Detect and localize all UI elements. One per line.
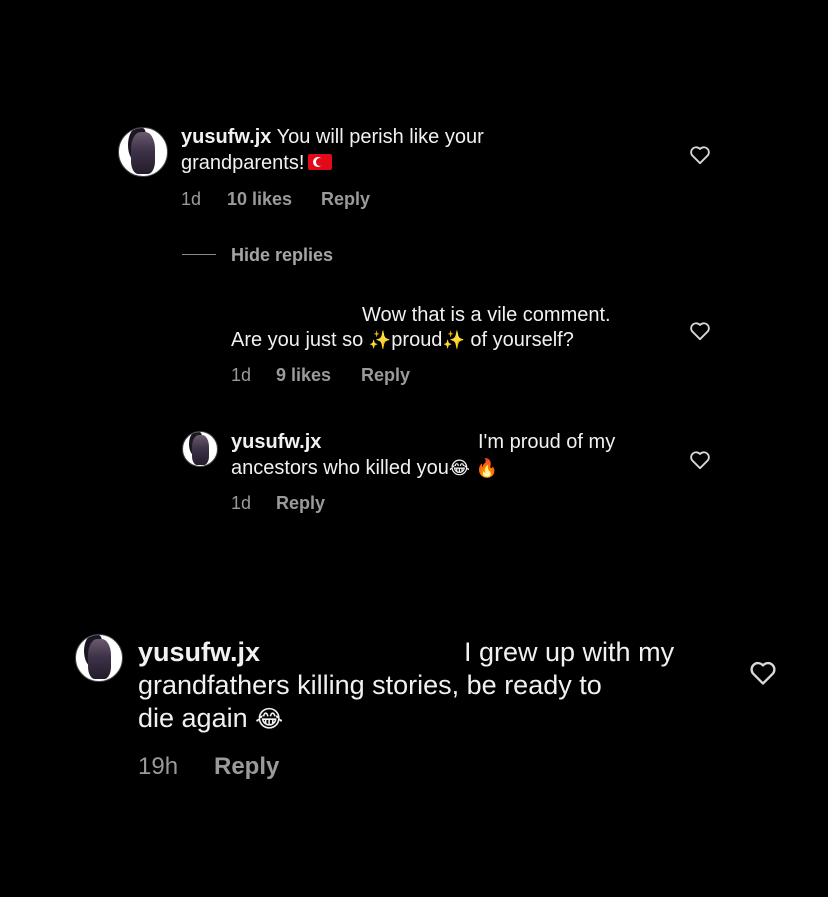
heart-icon[interactable]: [749, 660, 777, 686]
avatar[interactable]: [118, 127, 168, 177]
reply-time: 1d: [231, 365, 252, 385]
reply-button[interactable]: Reply: [361, 365, 410, 386]
comment-line-2: grandparents!: [181, 152, 305, 174]
comment-time: 19h: [138, 753, 179, 780]
comment-time: 1d: [181, 189, 202, 209]
comment-line-1: I grew up with my: [464, 637, 675, 667]
comment-line-2-wrap: grandparents!: [181, 150, 333, 176]
sparkles-icon: ✨: [442, 330, 465, 351]
laughing-emoji-icon: 😂: [448, 458, 470, 479]
turkey-flag-icon: [308, 154, 333, 170]
reply-line-1: Wow that is a vile comment.: [362, 304, 611, 326]
avatar[interactable]: [182, 431, 218, 467]
reply-line-2a: Are you just so: [231, 329, 364, 351]
hide-replies-line: [182, 254, 216, 255]
comment-line-1: You will perish like your: [276, 126, 484, 148]
reply-line-2b: proud: [391, 329, 443, 351]
reply-line-2: ancestors who killed you: [231, 457, 449, 479]
heart-icon[interactable]: [689, 145, 711, 165]
username[interactable]: yusufw.jx: [181, 126, 271, 148]
reply-line-2-wrap: ancestors who killed you😂 🔥: [231, 455, 498, 482]
avatar[interactable]: [75, 634, 123, 682]
comment-line-3: die again: [138, 703, 248, 733]
reply-line-2c: of yourself?: [470, 329, 574, 351]
comment-text: yusufw.jx You will perish like your: [181, 124, 484, 150]
sparkles-icon: ✨: [368, 330, 392, 351]
username[interactable]: yusufw.jx: [138, 635, 260, 669]
heart-icon[interactable]: [689, 321, 711, 341]
reply-button[interactable]: Reply: [214, 753, 279, 781]
hide-replies-button[interactable]: Hide replies: [231, 245, 333, 266]
reply-button[interactable]: Reply: [321, 189, 370, 210]
reply-button[interactable]: Reply: [276, 493, 325, 514]
likes-count[interactable]: 10 likes: [227, 189, 292, 210]
comment-line-2: grandfathers killing stories, be ready t…: [138, 670, 602, 700]
fire-emoji-icon: 🔥: [475, 458, 498, 479]
username[interactable]: yusufw.jx: [231, 429, 321, 455]
reply-line-2: Are you just so ✨proud✨ of yourself?: [231, 327, 574, 354]
laughing-emoji-icon: 😂: [255, 705, 284, 733]
reply-time: 1d: [231, 493, 252, 513]
reply-line-1: I'm proud of my: [478, 431, 616, 453]
heart-icon[interactable]: [689, 450, 711, 470]
comment-line-3-wrap: die again 😂: [138, 701, 283, 736]
likes-count[interactable]: 9 likes: [276, 365, 331, 386]
